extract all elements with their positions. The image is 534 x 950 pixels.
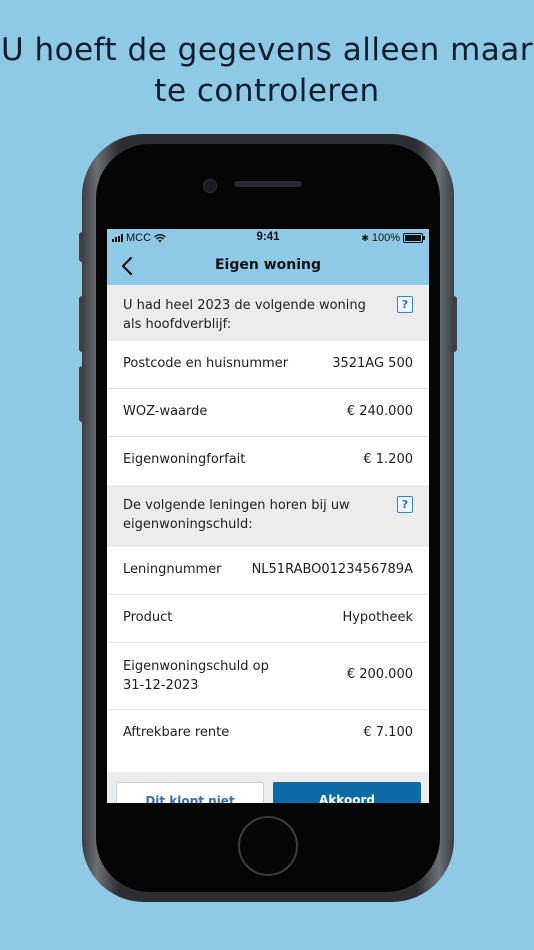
headline-line2: te controleren xyxy=(154,73,380,109)
row-label: Eigenwoningforfait xyxy=(123,452,246,467)
row-label-line2: 31-12-2023 xyxy=(123,678,199,693)
list-item: Leningnummer NL51RABO0123456789A xyxy=(107,547,429,595)
row-value: 3521AG 500 xyxy=(332,356,413,371)
row-value: € 1.200 xyxy=(363,452,413,467)
row-label: Product xyxy=(123,610,173,625)
row-label: Postcode en huisnummer xyxy=(123,356,289,371)
list-item: Eigenwoningforfait € 1.200 xyxy=(107,437,429,485)
row-value: € 240.000 xyxy=(346,404,413,419)
row-label: Eigenwoningschuld op 31-12-2023 xyxy=(123,657,269,695)
help-icon[interactable]: ? xyxy=(397,496,413,513)
headline-line1: U hoeft de gegevens alleen maar xyxy=(0,32,534,68)
navigation-bar: Eigen woning xyxy=(107,247,429,285)
list-item: Eigenwoningschuld op 31-12-2023 € 200.00… xyxy=(107,643,429,710)
section-header-loans: De volgende leningen horen bij uw eigenw… xyxy=(107,485,429,547)
app-screen: MCC 9:41 ✱ 100% Eigen woning U had heel … xyxy=(107,229,429,803)
row-label: WOZ-waarde xyxy=(123,404,208,419)
battery-percentage: 100% xyxy=(371,232,400,244)
list-item: Aftrekbare rente € 7.100 xyxy=(107,710,429,758)
row-label: Leningnummer xyxy=(123,562,222,577)
home-button[interactable] xyxy=(238,816,298,876)
section-header-text: U had heel 2023 de volgende woning als h… xyxy=(123,298,366,332)
row-value: € 200.000 xyxy=(346,667,413,682)
accept-button[interactable]: Akkoord xyxy=(273,782,421,803)
battery-icon xyxy=(403,233,425,243)
page-title: Eigen woning xyxy=(214,257,322,273)
front-camera xyxy=(203,179,217,193)
status-bar: MCC 9:41 ✱ 100% xyxy=(107,229,429,247)
earpiece-speaker xyxy=(234,181,302,187)
row-value: NL51RABO0123456789A xyxy=(251,562,413,577)
list-item: Product Hypotheek xyxy=(107,595,429,643)
bluetooth-icon: ✱ xyxy=(361,232,369,243)
row-label-line1: Eigenwoningschuld op xyxy=(123,659,269,674)
help-icon[interactable]: ? xyxy=(397,296,413,313)
headline: U hoeft de gegevens alleen maar te contr… xyxy=(0,30,534,112)
section-header-residence: U had heel 2023 de volgende woning als h… xyxy=(107,285,429,341)
reject-button[interactable]: Dit klopt niet xyxy=(116,782,264,803)
section-header-text: De volgende leningen horen bij uw eigenw… xyxy=(123,498,350,532)
content-list: U had heel 2023 de volgende woning als h… xyxy=(107,285,429,758)
list-item: WOZ-waarde € 240.000 xyxy=(107,389,429,437)
row-value: Hypotheek xyxy=(342,610,413,625)
list-item: Postcode en huisnummer 3521AG 500 xyxy=(107,341,429,389)
row-label: Aftrekbare rente xyxy=(123,725,230,740)
row-value: € 7.100 xyxy=(363,725,413,740)
